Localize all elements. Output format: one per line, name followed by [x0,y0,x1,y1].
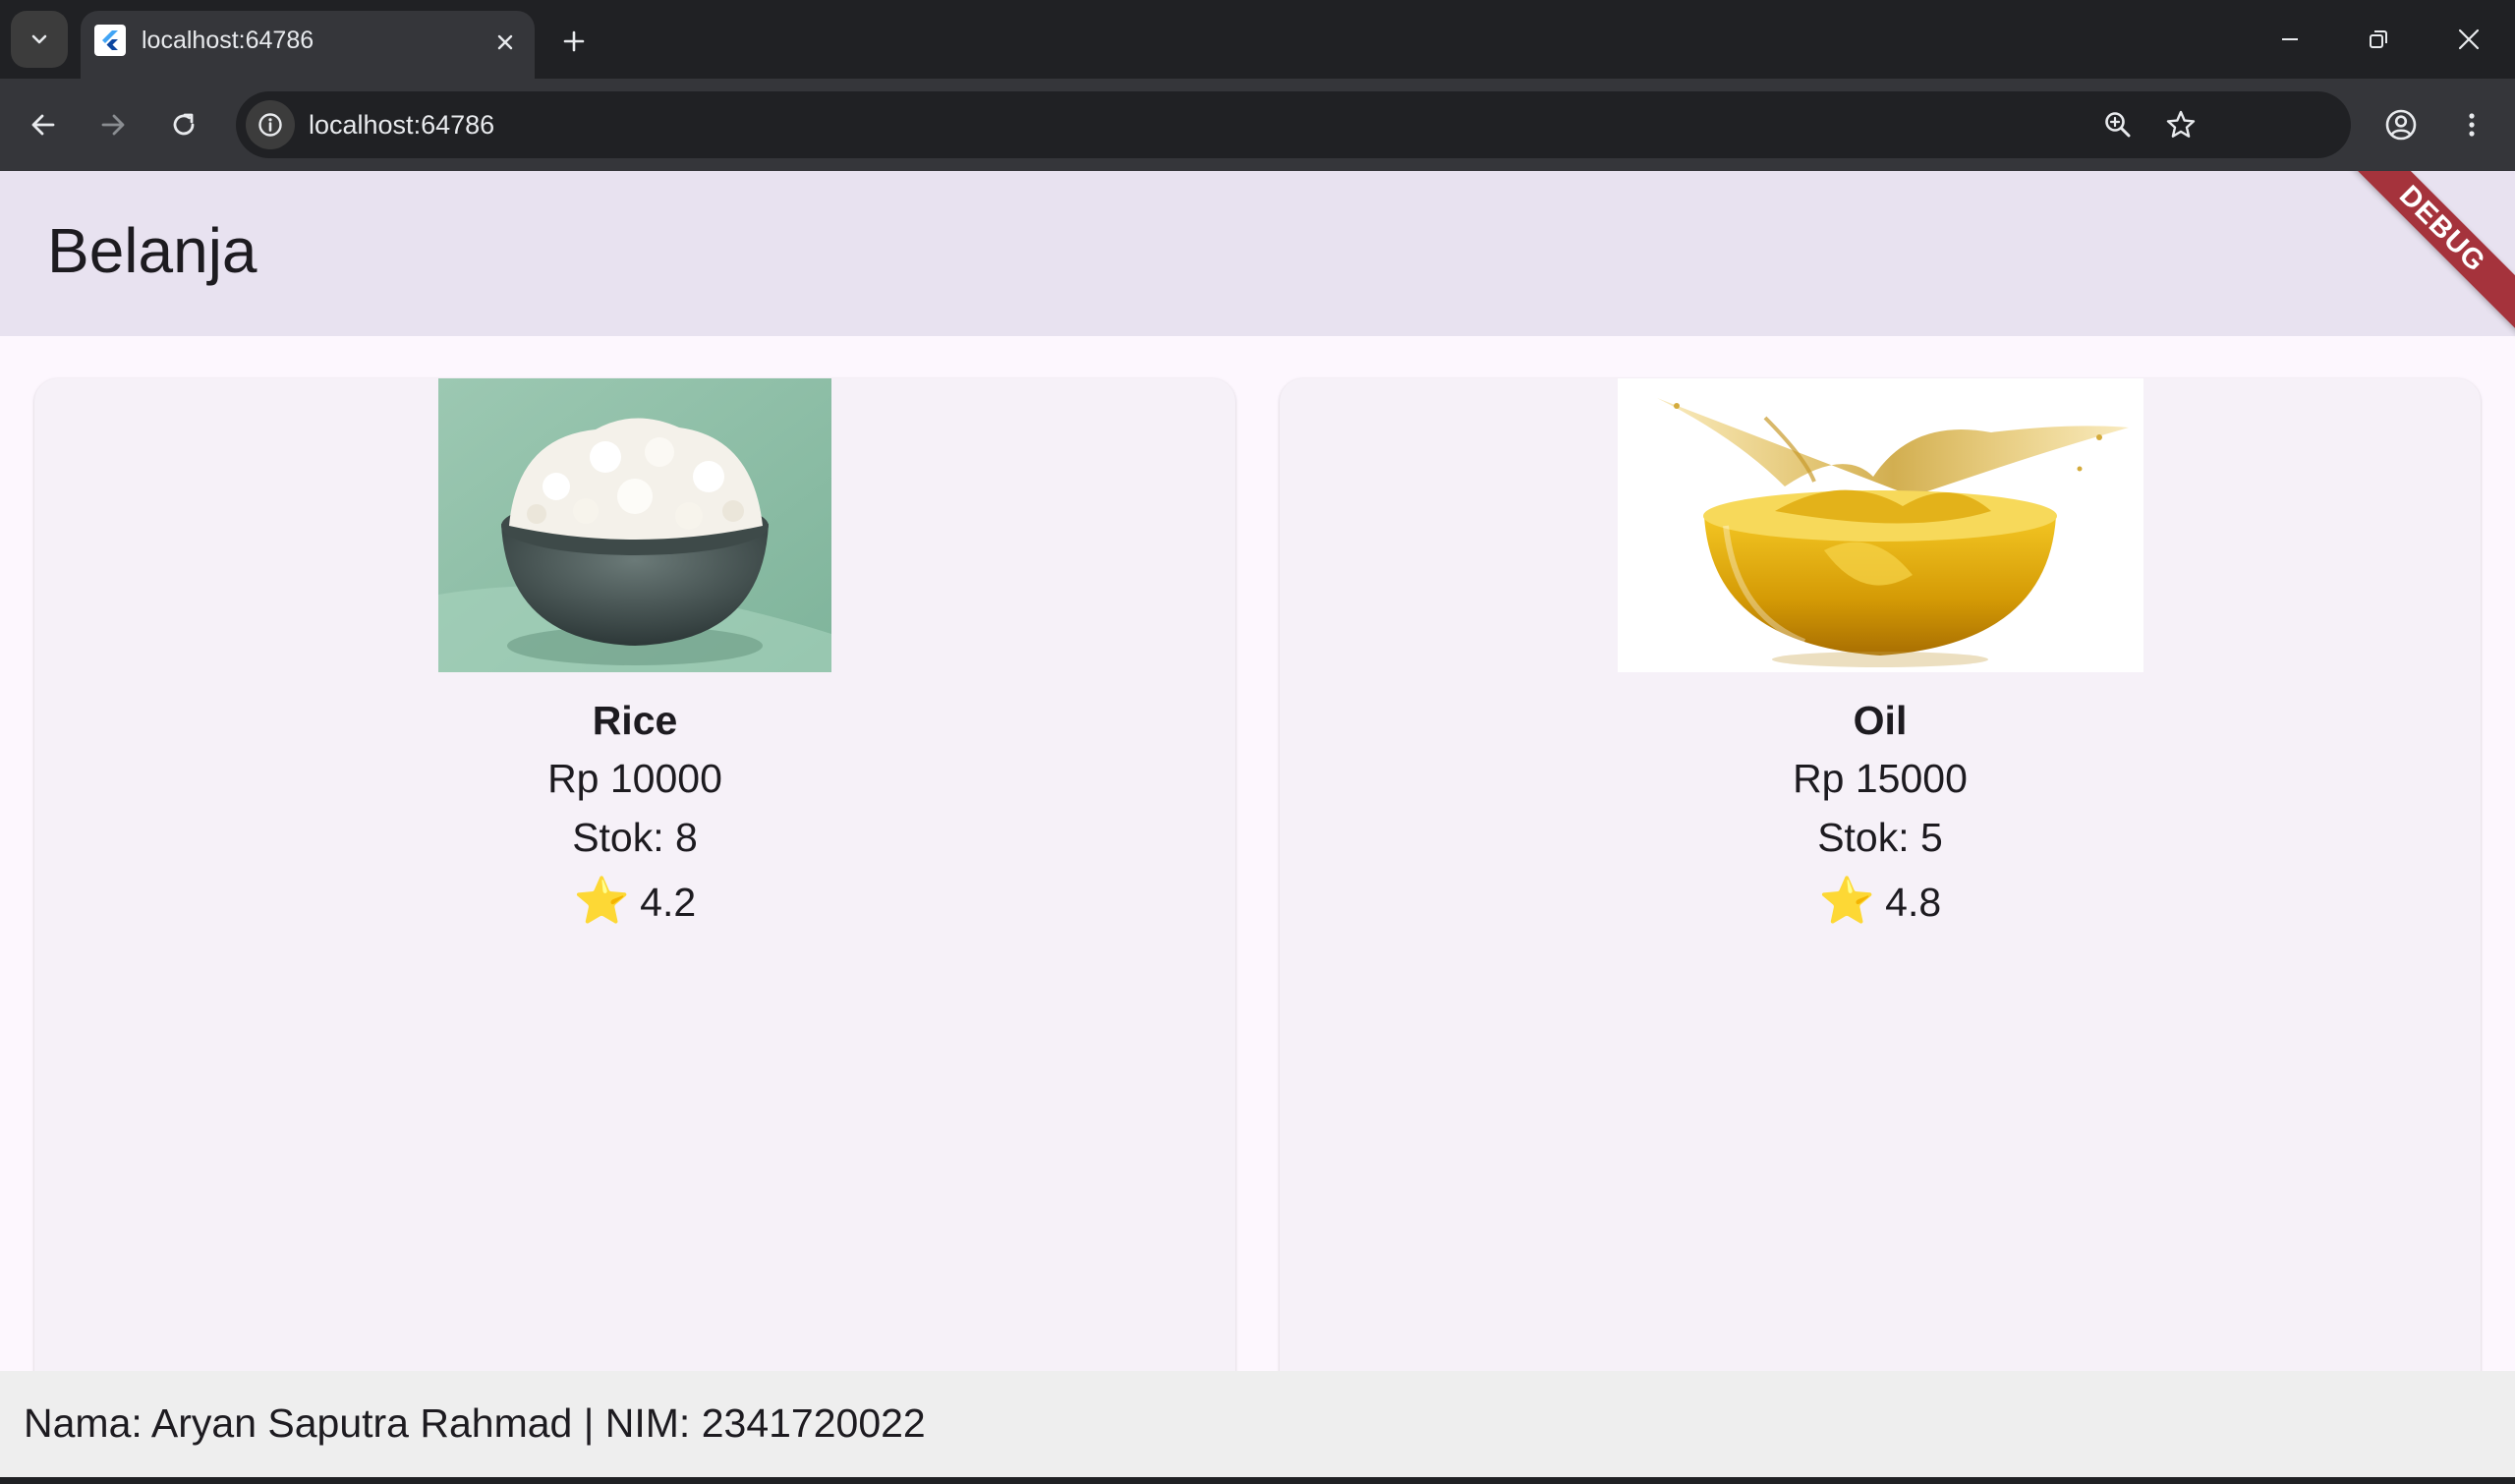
product-rating: ⭐ 4.8 [1280,874,2481,928]
window-bottom-edge [0,1477,2515,1484]
profile-icon [2385,109,2417,141]
reload-button[interactable] [159,100,208,149]
product-name: Rice [592,698,678,743]
close-icon [2458,29,2480,50]
zoom-icon [2105,112,2131,138]
rice-bowl-image [438,378,831,672]
info-icon [258,113,282,137]
footer-text: Nama: Aryan Saputra Rahmad | NIM: 234172… [24,1400,926,1446]
oil-bowl-image [1618,378,2143,672]
plus-icon [563,30,585,52]
product-stock: Stok: 5 [1817,815,1943,860]
close-icon [497,34,513,50]
flutter-icon [94,25,126,56]
close-tab-button[interactable] [486,23,525,62]
footer: Nama: Aryan Saputra Rahmad | NIM: 234172… [0,1371,2515,1477]
browser-tab[interactable]: localhost:64786 [81,11,535,79]
back-button[interactable] [19,100,68,149]
close-window-button[interactable] [2437,14,2500,65]
zoom-button[interactable] [2093,100,2143,149]
product-price: Rp 10000 [547,756,722,801]
star-icon [2166,110,2196,138]
rating-value: 4.8 [1885,880,1942,925]
browser-toolbar: localhost:64786 [0,79,2515,171]
product-card-rice[interactable]: Rice Rp 10000 Stok: 8 ⭐ 4.2 [34,378,1235,1484]
star-icon: ⭐ [573,875,631,926]
tab-title: localhost:64786 [142,27,314,54]
tab-strip: localhost:64786 [0,0,2515,79]
minimize-button[interactable] [2258,14,2321,65]
product-stock: Stok: 8 [572,815,698,860]
profile-button[interactable] [2376,100,2426,149]
restore-button[interactable] [2347,14,2410,65]
reload-icon [173,113,195,136]
tab-search-button[interactable] [11,11,68,68]
site-info-button[interactable] [246,100,295,149]
new-tab-button[interactable] [552,20,596,63]
tab-search-icon [31,34,47,44]
address-bar[interactable]: localhost:64786 [236,91,2351,158]
forward-button[interactable] [88,100,138,149]
bookmark-button[interactable] [2156,100,2205,149]
back-icon [31,114,55,136]
product-rating: ⭐ 4.2 [34,874,1235,928]
app-viewport: Belanja DEBUG Rice Rp 10000 Stok: 8 ⭐ 4.… [0,171,2515,1484]
more-menu-button[interactable] [2447,100,2496,149]
product-price: Rp 15000 [1793,756,1968,801]
minimize-icon [2282,38,2298,40]
star-icon: ⭐ [1818,875,1876,926]
url-text[interactable]: localhost:64786 [309,110,494,141]
rating-value: 4.2 [640,880,697,925]
product-card-oil[interactable]: Oil Rp 15000 Stok: 5 ⭐ 4.8 [1280,378,2481,1484]
restore-icon [2370,30,2387,48]
app-bar: Belanja [0,171,2515,336]
forward-icon [101,114,125,136]
product-name: Oil [1853,698,1908,743]
more-icon [2469,113,2475,137]
page-title: Belanja [47,215,257,286]
